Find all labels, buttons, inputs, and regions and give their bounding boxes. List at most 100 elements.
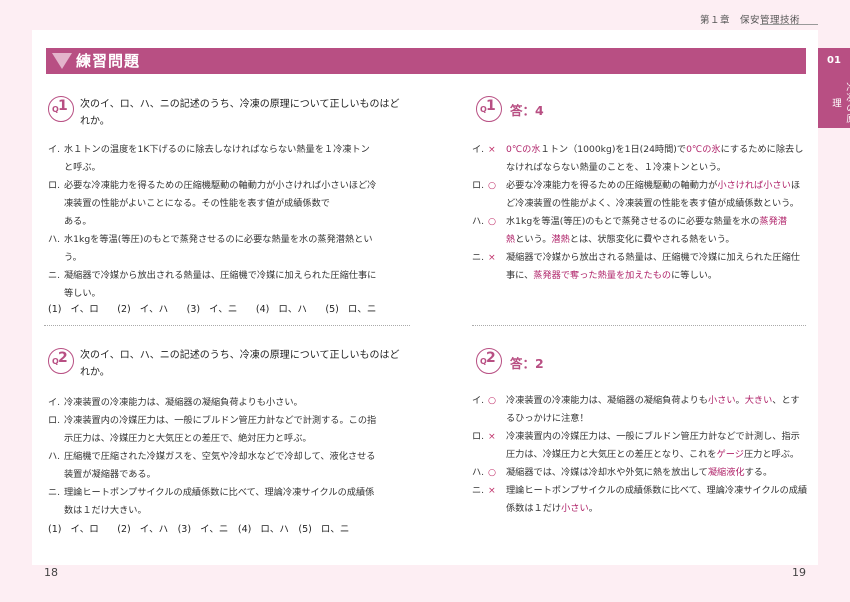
item-label: イ. [472,144,485,155]
list-item: 数は１だけ大きい。 [48,502,408,520]
item-label [472,446,488,464]
item-label: イ. [48,397,61,408]
highlight-text: 凝縮液化 [707,467,745,478]
item-mark: ○ [488,467,497,478]
item-text: 水１トンの温度を1K下げるのに除去しなければならない熱量を１冷凍トン [64,144,370,155]
chapter-tab-number: 01 [827,55,841,66]
page-number-left: 18 [44,566,58,579]
item-label [48,159,64,177]
section-title-bar: 練習問題 [46,48,806,74]
chapter-tab-label: 冷凍の原理 [830,82,850,124]
item-text: 凝縮器で冷媒から放出される熱量は、圧縮機で冷媒に加えられた圧縮仕 [506,249,800,267]
item-text: 装置が凝縮器である。 [64,469,156,480]
item-label [472,231,488,249]
item-mark [488,195,506,213]
text-segment: にするために除去し [720,144,804,155]
item-label [472,195,488,213]
item-mark [488,446,506,464]
list-item: 係数は１だけ小さい。 [472,500,812,518]
text-segment: 理論ヒートポンプサイクルの成績係数に比べて、理論冷凍サイクルの成績 [506,485,808,496]
text-segment: ほ [790,180,800,191]
item-text: 冷凍装置の冷凍能力は、凝縮器の凝縮負荷よりも小さい。 [64,397,303,408]
list-item: 装置が凝縮器である。 [48,466,408,484]
item-mark: × [488,144,496,155]
list-item: ハ. 水1kgを等温(等圧)のもとで蒸発させるのに必要な熱量を水の蒸発潜熱とい [48,231,408,249]
item-label: ロ. [48,415,61,426]
item-text: 理論ヒートポンプサイクルの成績係数に比べて、理論冷凍サイクルの成績 [506,482,807,500]
question-2-items: イ. 冷凍装置の冷凍能力は、凝縮器の凝縮負荷よりも小さい。 ロ. 冷凍装置内の冷媒圧力… [48,394,408,520]
text-segment: 圧力は、冷媒圧力と大気圧との差圧となり、これを [506,449,717,460]
item-label [48,466,64,484]
item-label: ハ. [48,234,61,245]
item-label: ニ. [472,252,485,263]
list-item: なければならない熱量のことを、１冷凍トンという。 [472,159,812,177]
question-1-text: 次のイ、ロ、ハ、ニの記述のうち、冷凍の原理について正しいものはど れか。 [80,99,400,127]
text-segment: という。 [515,234,552,245]
list-item: 熱という。潜熱とは、状態変化に費やされる熱をいう。 [472,231,812,249]
list-item: ど冷凍装置の性能がよく、冷凍装置の性能を表す値が成績係数という。 [472,195,812,213]
question-1-items: イ. 水１トンの温度を1K下げるのに除去しなければならない熱量を１冷凍トン と呼ぶ。… [48,141,408,303]
text-segment: るひっかけに注意！ [506,413,589,424]
item-text: 圧縮機で圧縮された冷媒ガスを、空気や冷却水などで冷却して、液化させる [64,451,376,462]
item-label [472,500,488,518]
item-label [472,267,488,285]
highlight-text: 0℃の水 [506,144,541,155]
text-segment: に等しい。 [671,270,718,281]
item-mark [488,410,506,428]
left-divider [44,325,410,326]
text-segment: 圧力と呼ぶ。 [743,449,800,460]
item-text: う。 [64,252,82,263]
item-text: なければならない熱量のことを、１冷凍トンという。 [506,159,726,177]
list-item: るひっかけに注意！ [472,410,812,428]
item-text: 凝縮器で冷媒から放出される熱量は、圧縮機で冷媒に加えられた圧縮仕事に [64,270,377,281]
list-item: イ. ○ 冷凍装置の冷凍能力は、凝縮器の凝縮負荷よりも小さい。大きい、とす [472,392,812,410]
list-item: と呼ぶ。 [48,159,408,177]
list-item: ロ. 必要な冷凍能力を得るための圧縮機駆動の軸動力が小さければ小さいほど冷 [48,177,408,195]
item-mark: × [488,252,496,263]
item-mark [488,231,506,249]
text-segment: 必要な冷凍能力を得るための圧縮機駆動の軸動力が [506,180,718,191]
text-segment: 凝縮器で冷媒から放出される熱量は、圧縮機で冷媒に加えられた圧縮仕 [506,252,800,263]
item-text: と呼ぶ。 [64,162,101,173]
item-mark [488,267,506,285]
list-item: ロ. 冷凍装置内の冷媒圧力は、一般にブルドン管圧力計などで計測する。この指 [48,412,408,430]
text-segment: 係数は１だけ [506,503,562,514]
highlight-text: 蒸発潜 [759,216,787,227]
item-text: 冷凍装置内の冷媒圧力は、一般にブルドン管圧力計などで計測する。この指 [64,415,377,426]
highlight-text: 小さい [707,395,736,406]
text-segment: 。 [588,503,598,514]
item-label [472,410,488,428]
item-text: 凝縮器では、冷媒は冷却水や外気に熱を放出して凝縮液化する。 [506,464,772,482]
text-segment: する。 [744,467,773,478]
text-segment: 、とす [772,395,800,406]
item-mark [488,500,506,518]
list-item: ニ. × 凝縮器で冷媒から放出される熱量は、圧縮機で冷媒に加えられた圧縮仕 [472,249,812,267]
text-segment: 冷凍装置内の冷媒圧力は、一般にブルドン管圧力計などで計測し、指示 [506,431,800,442]
item-label: ハ. [48,451,61,462]
item-text: 示圧力は、冷媒圧力と大気圧との差圧で、絶対圧力と呼ぶ。 [64,433,312,444]
highlight-text: 熱 [506,234,516,245]
list-item: 事に、蒸発器で奪った熱量を加えたものに等しい。 [472,267,812,285]
list-item: ロ. ○ 必要な冷凍能力を得るための圧縮機駆動の軸動力が小さければ小さいほ [472,177,812,195]
answer-1-items: イ. × 0℃の水１トン（1000kg)を1日(24時間)で0℃の氷にするために除去… [472,141,812,285]
item-label: ニ. [48,270,61,281]
text-segment: なければならない熱量のことを、１冷凍トンという。 [506,162,726,173]
item-label: ハ. [472,216,485,227]
item-label: ロ. [472,180,485,191]
page: 第１章 保安管理技術 練習問題 01 冷凍の原理 Q1 次のイ、ロ、ハ、ニの記述… [0,0,850,602]
item-text: 圧力は、冷媒圧力と大気圧との差圧となり、これをゲージ圧力と呼ぶ。 [506,446,799,464]
answer-1: 答：4 [510,103,544,118]
item-mark: ○ [488,180,497,191]
question-2-choices: (1) イ、ロ (2) イ、ハ (3) イ、ニ (4) ロ、ハ (5) ロ、ニ [48,524,350,535]
item-text: 必要な冷凍能力を得るための圧縮機駆動の軸動力が小さければ小さいほ [506,177,800,195]
list-item: イ. × 0℃の水１トン（1000kg)を1日(24時間)で0℃の氷にするために除去… [472,141,812,159]
answer-2: 答：2 [510,356,544,371]
list-item: 示圧力は、冷媒圧力と大気圧との差圧で、絶対圧力と呼ぶ。 [48,430,408,448]
text-segment: 。 [735,395,745,406]
item-label: ニ. [48,487,61,498]
list-item: ハ. 圧縮機で圧縮された冷媒ガスを、空気や冷却水などで冷却して、液化させる [48,448,408,466]
item-text: ある。 [64,216,92,227]
highlight-text: 小さければ小さい [717,180,791,191]
item-text: 係数は１だけ小さい。 [506,500,598,518]
a1-badge-icon: Q1 [476,96,502,122]
